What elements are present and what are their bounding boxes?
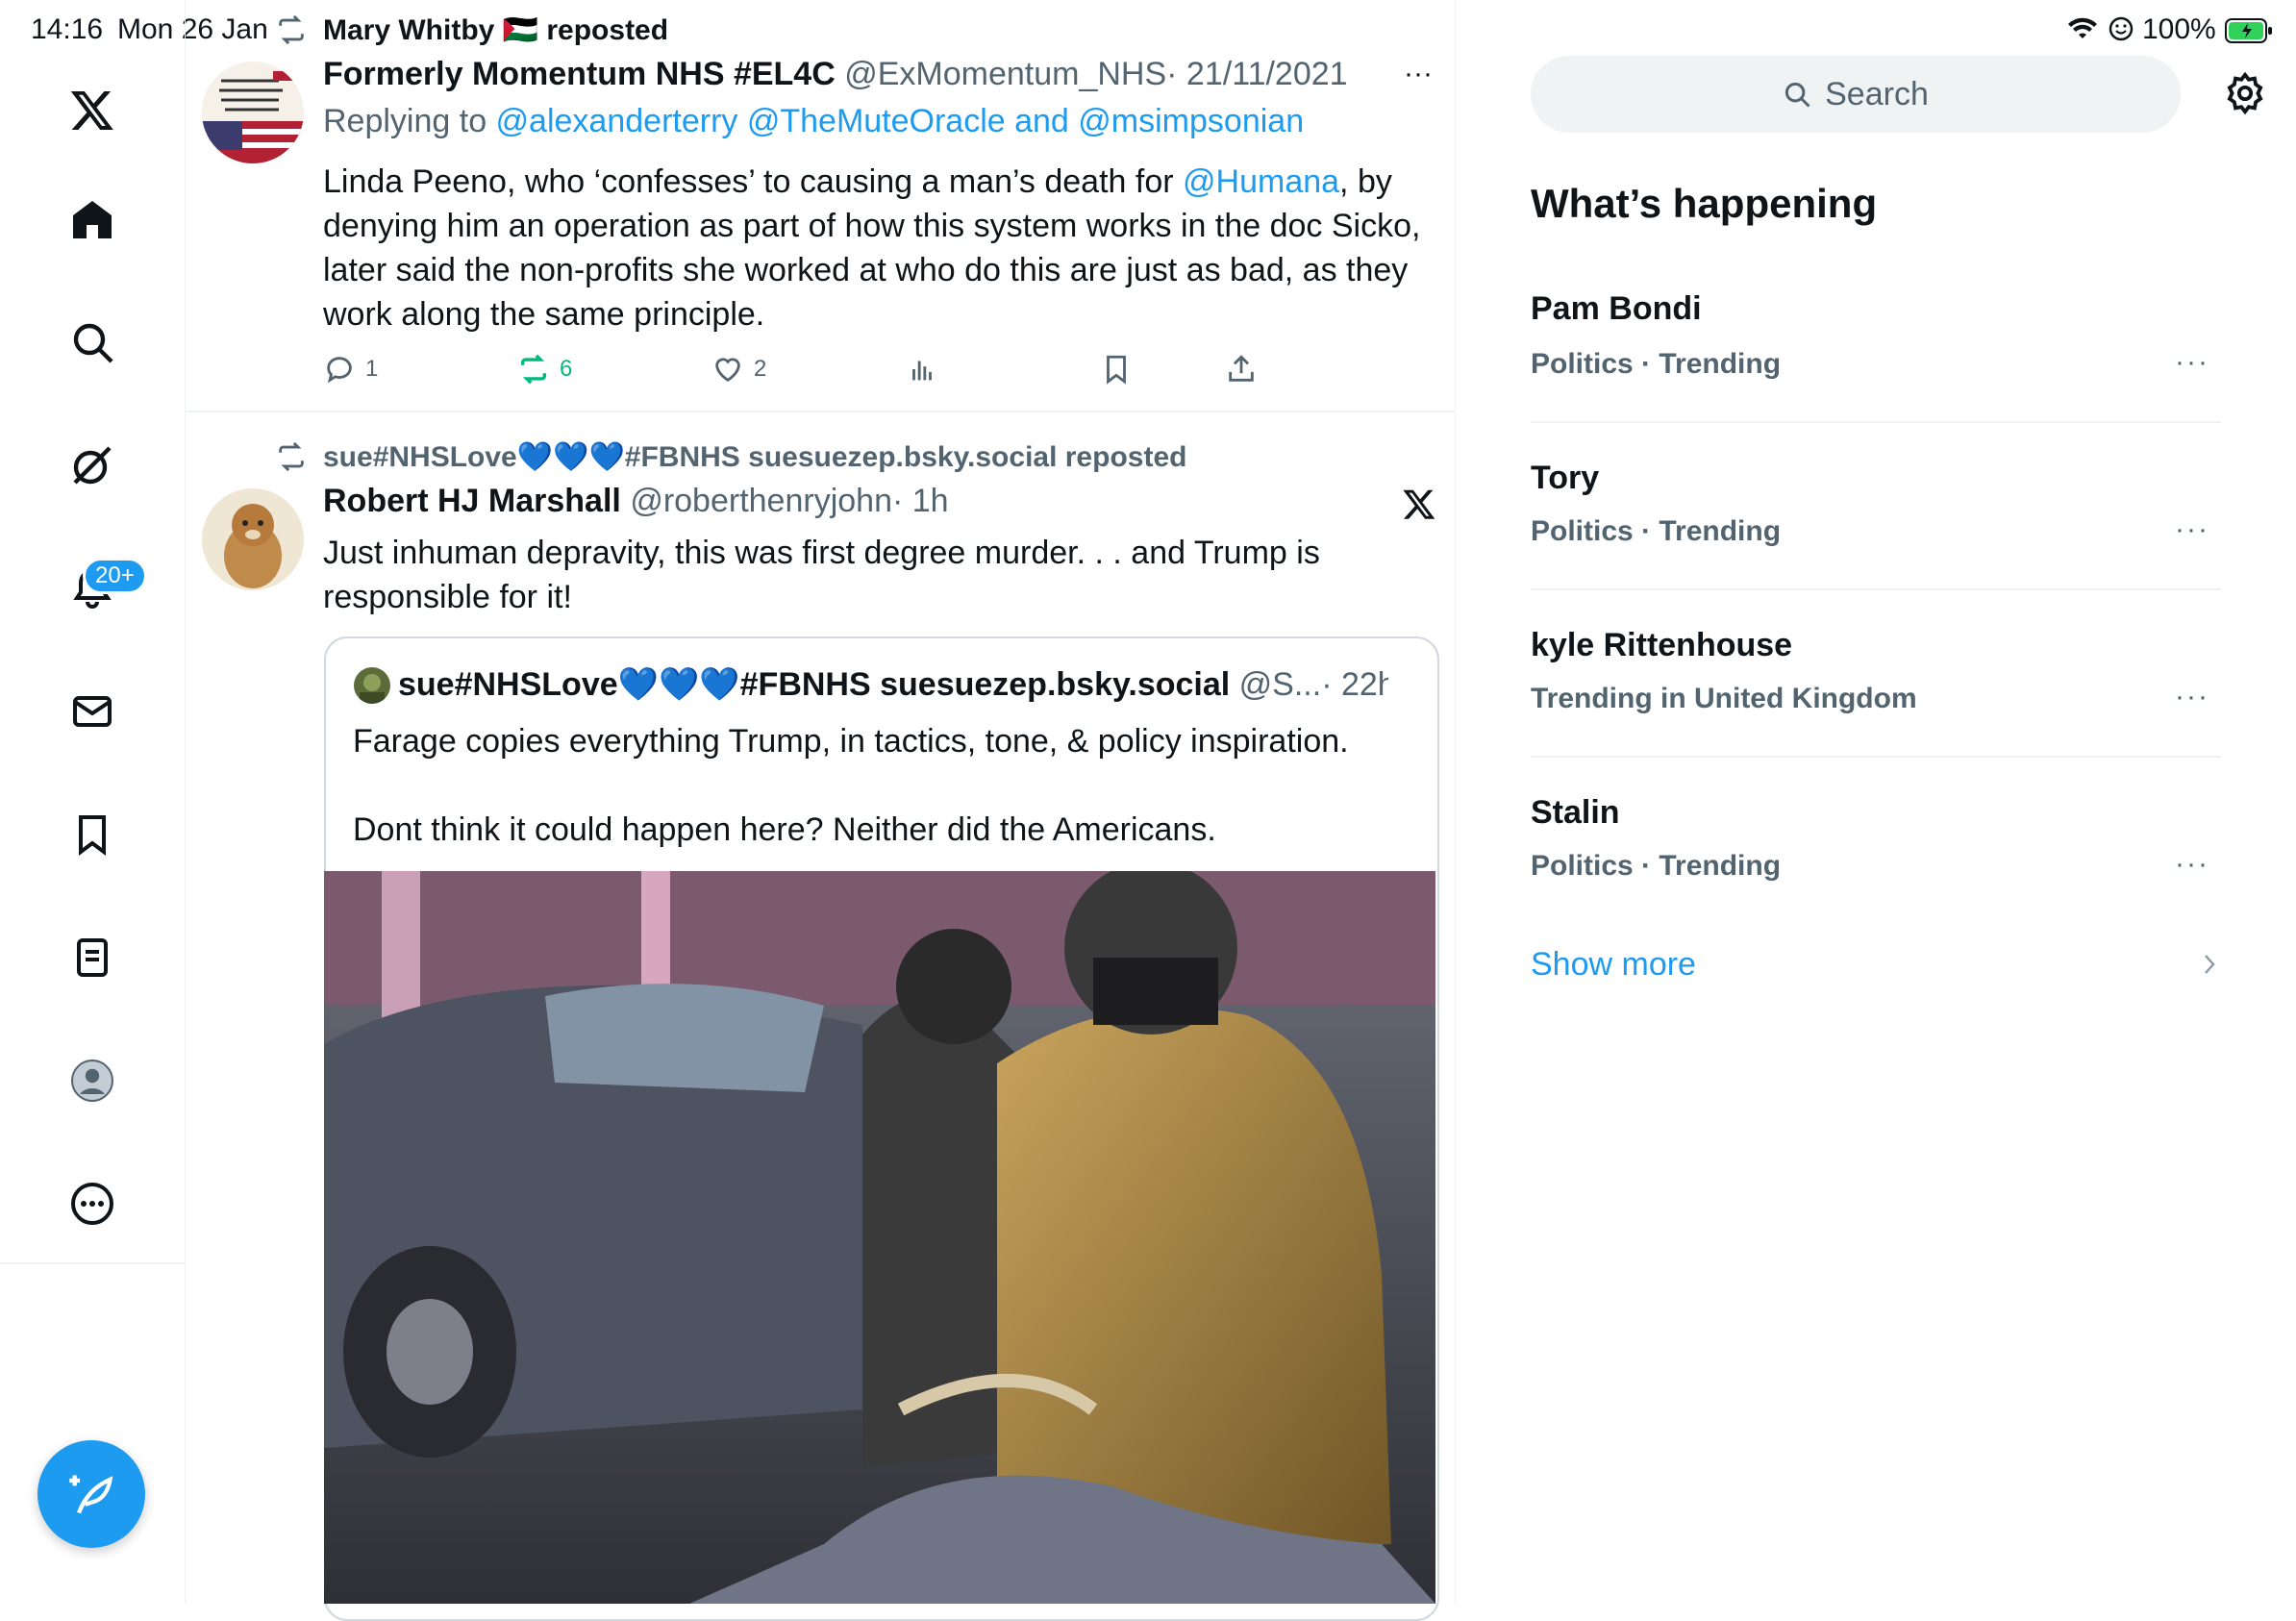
battery-percent: 100% bbox=[2142, 13, 2216, 45]
tweet1-body: Linda Peeno, who ‘confesses’ to causing … bbox=[323, 160, 1429, 337]
trend-meta: Politics · Trending bbox=[1531, 348, 1782, 380]
quote-media-image[interactable] bbox=[324, 871, 1435, 1604]
messages-envelope-icon[interactable] bbox=[58, 677, 127, 746]
compose-post-button[interactable] bbox=[37, 1440, 145, 1548]
repost-count: 6 bbox=[560, 356, 573, 382]
search-icon[interactable] bbox=[58, 308, 127, 377]
quote-author-handle[interactable]: @S... bbox=[1239, 666, 1322, 703]
rail-divider bbox=[0, 1262, 185, 1264]
grok-icon[interactable] bbox=[58, 431, 127, 500]
quote-time[interactable]: · 22h bbox=[1321, 666, 1388, 703]
focus-icon bbox=[2108, 15, 2134, 47]
share-icon bbox=[1229, 355, 1254, 382]
x-source-icon[interactable] bbox=[1402, 486, 1436, 526]
whats-happening-heading: What’s happening bbox=[1531, 181, 1878, 226]
lists-icon[interactable] bbox=[58, 923, 127, 992]
quote-text-line1: Farage copies everything Trump, in tacti… bbox=[353, 723, 1349, 760]
bookmark-icon bbox=[1107, 355, 1126, 385]
search-input[interactable]: Search bbox=[1531, 56, 2181, 133]
trend-meta: Trending in United Kingdom bbox=[1531, 683, 1917, 714]
tweet1-date[interactable]: · 21/11/2021 bbox=[1166, 56, 1347, 92]
repost-icon bbox=[275, 13, 308, 51]
tweet1-mention-link[interactable]: @Humana bbox=[1183, 163, 1339, 200]
tweet1-author-avatar[interactable] bbox=[202, 62, 304, 163]
tweet1-header: Formerly Momentum NHS #EL4C @ExMomentum_… bbox=[323, 56, 1348, 93]
tweet1-text-part1: Linda Peeno, who ‘confesses’ to causing … bbox=[323, 163, 1184, 200]
tweet2-author-avatar[interactable] bbox=[202, 488, 304, 590]
settings-gear-icon[interactable] bbox=[2223, 71, 2267, 120]
trend-name[interactable]: Stalin bbox=[1531, 794, 1620, 832]
tweet2-header: Robert HJ Marshall @roberthenryjohn· 1h bbox=[323, 483, 949, 520]
analytics-icon bbox=[912, 361, 932, 381]
replying-to-handles[interactable]: @alexanderterry @TheMuteOracle and @msim… bbox=[496, 103, 1305, 139]
repost-green-icon bbox=[520, 354, 547, 385]
quote-text-line2: Dont think it could happen here? Neither… bbox=[353, 811, 1216, 848]
reply-count: 1 bbox=[365, 356, 379, 382]
heart-icon bbox=[715, 358, 740, 383]
trend-meta: Politics · Trending bbox=[1531, 515, 1782, 547]
trend-separator bbox=[1531, 421, 2221, 423]
tweet2-author-handle[interactable]: @roberthenryjohn bbox=[630, 483, 892, 519]
show-more-link[interactable]: Show more bbox=[1531, 946, 1696, 984]
notifications-badge: 20+ bbox=[83, 558, 147, 594]
like-count: 2 bbox=[754, 356, 767, 382]
views-button[interactable] bbox=[906, 353, 938, 386]
reply-button[interactable]: 1 bbox=[323, 353, 378, 386]
tweet2-author-name[interactable]: Robert HJ Marshall bbox=[323, 483, 621, 519]
trend-separator bbox=[1531, 588, 2221, 590]
trend-name[interactable]: kyle Rittenhouse bbox=[1531, 627, 1792, 664]
reply-icon bbox=[327, 357, 352, 384]
battery-icon bbox=[2225, 17, 2273, 49]
trend-name[interactable]: Pam Bondi bbox=[1531, 290, 1702, 328]
chevron-right-icon[interactable] bbox=[2200, 950, 2219, 984]
trend-more-button[interactable]: ··· bbox=[2175, 848, 2209, 881]
trend-more-button[interactable]: ··· bbox=[2175, 681, 2209, 713]
search-placeholder: Search bbox=[1825, 75, 1929, 112]
bookmark-button[interactable] bbox=[1100, 353, 1133, 386]
repost-attribution[interactable]: sue#NHSLove💙💙💙#FBNHS suesuezep.bsky.soci… bbox=[323, 440, 1186, 474]
home-icon[interactable] bbox=[58, 185, 127, 254]
tweet2-body: Just inhuman depravity, this was first d… bbox=[323, 535, 1320, 615]
tweet1-replying-to: Replying to @alexanderterry @TheMuteOrac… bbox=[323, 103, 1304, 140]
feather-plus-icon bbox=[69, 1475, 113, 1514]
x-logo-icon[interactable] bbox=[58, 75, 127, 144]
tweet-separator bbox=[185, 411, 1455, 412]
wifi-icon bbox=[2067, 17, 2098, 47]
quote-author-avatar[interactable] bbox=[354, 667, 390, 704]
trend-more-button[interactable]: ··· bbox=[2175, 513, 2209, 546]
profile-avatar-icon[interactable] bbox=[58, 1046, 127, 1115]
tweet2-time[interactable]: · 1h bbox=[892, 483, 949, 519]
tweet1-more-button[interactable]: ··· bbox=[1404, 58, 1433, 90]
search-icon bbox=[1785, 82, 1810, 108]
replying-to-label: Replying to bbox=[323, 103, 496, 139]
trend-meta: Politics · Trending bbox=[1531, 850, 1782, 882]
trend-more-button[interactable]: ··· bbox=[2175, 346, 2209, 379]
tweet1-author-handle[interactable]: @ExMomentum_NHS bbox=[844, 56, 1166, 92]
quote-author-name[interactable]: sue#NHSLove💙💙💙#FBNHS suesuezep.bsky.soci… bbox=[398, 666, 1230, 703]
quote-header: sue#NHSLove💙💙💙#FBNHS suesuezep.bsky.soci… bbox=[398, 665, 1388, 704]
tweet1-author-name[interactable]: Formerly Momentum NHS #EL4C bbox=[323, 56, 836, 92]
trend-name[interactable]: Tory bbox=[1531, 460, 1599, 497]
share-button[interactable] bbox=[1225, 353, 1258, 386]
trend-separator bbox=[1531, 756, 2221, 758]
repost-icon bbox=[275, 440, 308, 478]
more-options-icon[interactable] bbox=[58, 1169, 127, 1238]
bookmarks-icon[interactable] bbox=[58, 800, 127, 869]
like-button[interactable]: 2 bbox=[711, 353, 766, 386]
repost-attribution[interactable]: Mary Whitby 🇵🇸 reposted bbox=[323, 13, 668, 47]
repost-button[interactable]: 6 bbox=[517, 353, 572, 386]
